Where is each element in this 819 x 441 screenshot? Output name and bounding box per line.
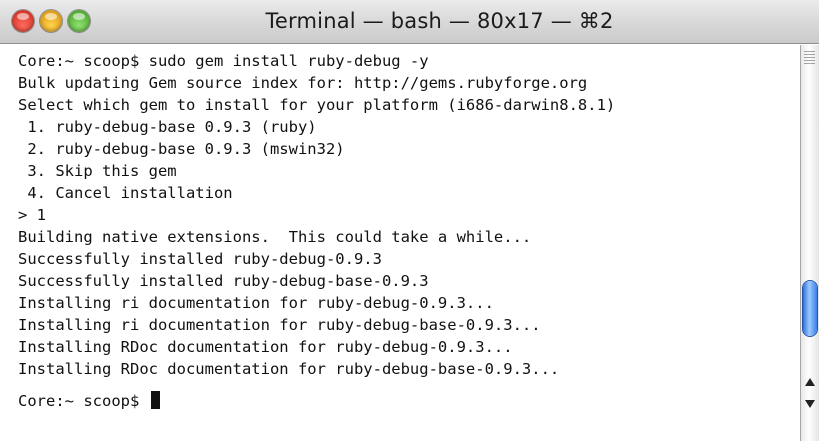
text-cursor [150,391,160,409]
scroll-down-arrow-icon[interactable] [805,400,815,408]
terminal-line: Installing ri documentation for ruby-deb… [18,316,541,334]
terminal-line: 3. Skip this gem [18,162,177,180]
terminal-line: Select which gem to install for your pla… [18,96,616,114]
terminal-line: Successfully installed ruby-debug-0.9.3 [18,250,382,268]
terminal-line: Successfully installed ruby-debug-base-0… [18,272,429,290]
vertical-scrollbar[interactable] [800,45,819,441]
terminal-line: Installing RDoc documentation for ruby-d… [18,360,560,378]
title-bar: Terminal — bash — 80x17 — ⌘2 [0,0,819,44]
terminal-line: Installing ri documentation for ruby-deb… [18,294,494,312]
prompt-line[interactable]: Core:~ scoop$ [18,390,160,412]
resize-grip-icon[interactable] [804,51,815,65]
scroll-up-arrow-icon[interactable] [805,378,815,386]
terminal-line: Core:~ scoop$ sudo gem install ruby-debu… [18,52,429,70]
window-title: Terminal — bash — 80x17 — ⌘2 [265,9,614,33]
terminal-line: Building native extensions. This could t… [18,228,532,246]
terminal-line: 1. ruby-debug-base 0.9.3 (ruby) [18,118,317,136]
terminal-line: 2. ruby-debug-base 0.9.3 (mswin32) [18,140,345,158]
prompt-text: Core:~ scoop$ [18,392,149,410]
terminal-line: > 1 [18,206,46,224]
terminal-output[interactable]: Core:~ scoop$ sudo gem install ruby-debu… [0,45,800,441]
terminal-line: Installing RDoc documentation for ruby-d… [18,338,513,356]
terminal-line: 4. Cancel installation [18,184,233,202]
terminal-line: Bulk updating Gem source index for: http… [18,74,588,92]
scrollbar-thumb[interactable] [803,281,817,336]
